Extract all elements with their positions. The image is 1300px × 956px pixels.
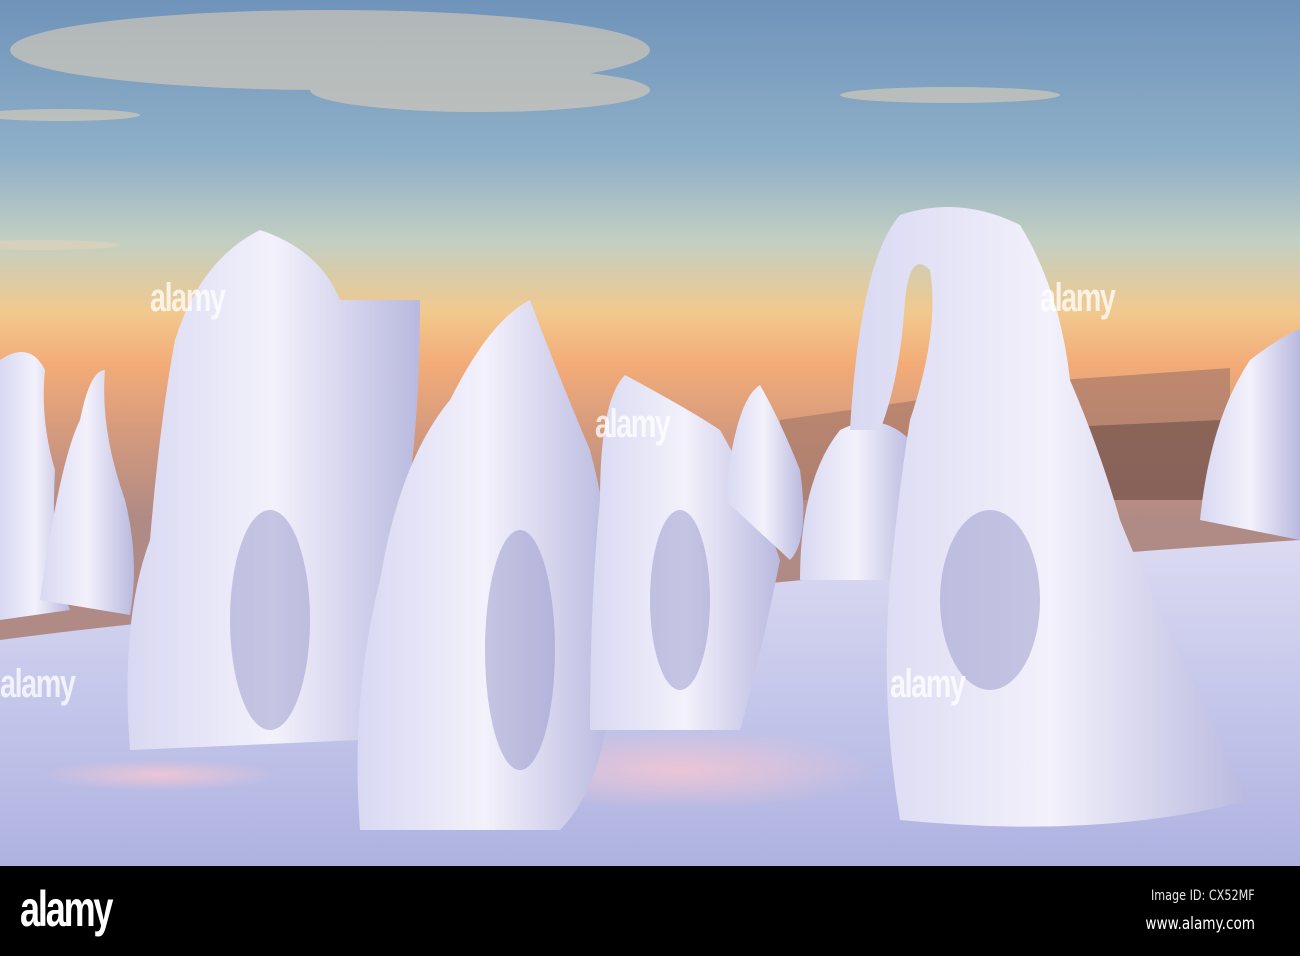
alamy-logo: alamy xyxy=(20,881,113,937)
stock-photo: alamy alamy alamy alamy alamy alamy Imag… xyxy=(0,0,1300,956)
watermark: alamy xyxy=(1040,276,1116,320)
watermark: alamy xyxy=(890,662,966,706)
watermark: alamy xyxy=(0,662,76,706)
footer-bar: alamy Image ID: CX52MF www.alamy.com xyxy=(0,866,1300,956)
image-id: Image ID: CX52MF xyxy=(1151,888,1255,904)
watermark: alamy xyxy=(595,402,671,446)
site-url: www.alamy.com xyxy=(1145,914,1255,934)
sunlit-snow xyxy=(40,759,280,791)
watermark: alamy xyxy=(150,276,226,320)
